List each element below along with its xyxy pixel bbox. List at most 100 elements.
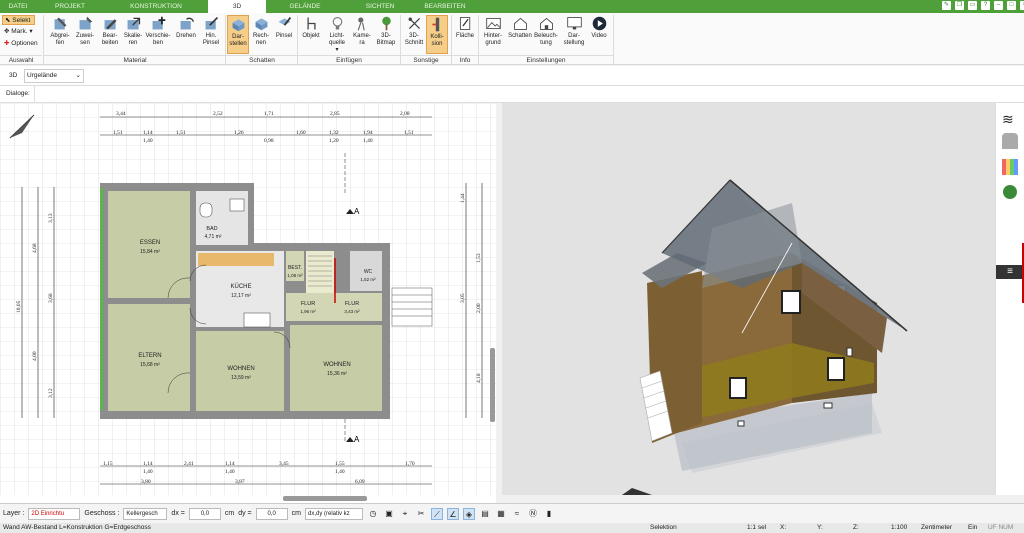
- plus-icon: ✚: [4, 40, 10, 47]
- schatten-settings-label: Schatten: [508, 33, 532, 39]
- room-wohnen-2[interactable]: [290, 325, 382, 411]
- mark-label: Mark.: [11, 28, 28, 35]
- cut-icon[interactable]: ✂: [415, 508, 427, 520]
- dialoge-label: Dialoge:: [6, 90, 30, 97]
- status-z: Z:: [853, 524, 859, 531]
- darstellen-button[interactable]: Dar-stellen: [227, 15, 249, 54]
- cursor-bar-icon[interactable]: ▮: [543, 508, 555, 520]
- 3d-house-model[interactable]: [502, 103, 995, 495]
- room-stair[interactable]: [306, 251, 334, 296]
- objekt-button[interactable]: Objekt: [300, 15, 322, 40]
- hin-pinsel-button[interactable]: Hin. Pinsel: [200, 15, 222, 47]
- tab-gelaende[interactable]: GELÄNDE: [266, 0, 344, 13]
- angle-icon[interactable]: ∠: [446, 507, 459, 520]
- room-area-wohnen-2: 15,36 m²: [327, 371, 347, 377]
- floor-plan-canvas[interactable]: 3,44 2,52 1,71 2,85 2,08 1,51 1,14 1,51 …: [0, 103, 496, 495]
- tab-konstruktion[interactable]: KONSTRUKTION: [104, 0, 208, 13]
- window-icon[interactable]: ▭: [968, 1, 977, 10]
- status-selection-count: 1:1 sel: [747, 524, 767, 531]
- drehen-button[interactable]: Drehen: [172, 15, 200, 40]
- hintergrund-button[interactable]: Hinter-grund: [481, 15, 505, 47]
- plan-horizontal-scroll-track[interactable]: [0, 495, 496, 503]
- dx-unit: cm: [224, 510, 235, 517]
- maximize-icon[interactable]: □: [1007, 1, 1016, 10]
- optionen-button[interactable]: ✚ Optionen: [2, 39, 38, 49]
- page-icon[interactable]: ▤: [479, 508, 491, 520]
- 3d-bitmap-button[interactable]: 3D-Bitmap: [374, 15, 398, 47]
- dim-bot2-1: 3,87: [235, 479, 245, 485]
- pinsel-button[interactable]: Pinsel: [273, 15, 295, 40]
- verschieben-label: Verschie-ben: [145, 33, 171, 46]
- tab-datei[interactable]: DATEI: [0, 0, 36, 13]
- video-button[interactable]: Video: [588, 15, 610, 40]
- geschoss-select[interactable]: Kellergesch: [123, 507, 168, 520]
- kamera-button[interactable]: Kame-ra: [351, 15, 373, 47]
- tab-bearbeiten[interactable]: BEARBEITEN: [416, 0, 474, 13]
- layer-label: Layer :: [3, 510, 25, 517]
- dim-right-2: 2,00: [476, 303, 482, 313]
- help-icon[interactable]: ?: [981, 1, 990, 10]
- zuweisen-button[interactable]: Zuwei-sen: [73, 15, 97, 47]
- dx-input[interactable]: 0,0: [188, 507, 221, 520]
- close-icon[interactable]: ×: [1020, 1, 1024, 10]
- scale-icon: [127, 17, 140, 30]
- flaeche-button[interactable]: Fläche: [454, 15, 476, 40]
- view-toolbar: 3D Urgelände ⌄: [0, 66, 1024, 86]
- tree-icon: [381, 16, 391, 31]
- line-icon[interactable]: ⟋: [430, 507, 443, 520]
- restore-icon[interactable]: ❐: [955, 1, 964, 10]
- group-material: Material: [44, 55, 226, 64]
- beleuchtung-button[interactable]: Beleuch-tung: [533, 15, 559, 47]
- 3d-schnitt-button[interactable]: 3D-Schnitt: [403, 15, 425, 47]
- group-sonstige: Sonstige: [401, 55, 451, 64]
- layers-icon[interactable]: ≋: [1002, 111, 1014, 128]
- plan-horizontal-scrollbar[interactable]: [283, 496, 367, 501]
- dim-top1-4: 2,08: [400, 111, 410, 117]
- plant-icon[interactable]: [1003, 185, 1017, 199]
- chair-icon: [306, 17, 316, 30]
- drehen-label: Drehen: [176, 33, 196, 39]
- clock-icon[interactable]: ◷: [367, 508, 379, 520]
- room-flur[interactable]: [286, 293, 382, 321]
- n-icon[interactable]: Ⓝ: [527, 508, 539, 520]
- selekt-button[interactable]: ⬉ Selekt: [2, 15, 35, 25]
- kollision-button[interactable]: Kolli-sion: [426, 15, 448, 54]
- dy-label: dy =: [238, 510, 252, 517]
- 3d-view[interactable]: [502, 103, 995, 495]
- hin-pinsel-label: Hin. Pinsel: [202, 33, 220, 46]
- pen-icon[interactable]: ✎: [942, 1, 951, 10]
- schatten-settings-button[interactable]: Schatten: [507, 15, 533, 40]
- tab-projekt[interactable]: PROJEKT: [36, 0, 104, 13]
- dim-bot1-sub-2: 1,40: [335, 469, 345, 475]
- rechnen-button[interactable]: Rech-nen: [250, 15, 272, 47]
- snap-icon[interactable]: ⌖: [399, 508, 411, 520]
- bearbeiten-button[interactable]: Bear-beiten: [98, 15, 122, 47]
- tab-3d[interactable]: 3D: [208, 0, 266, 14]
- darstellung-button[interactable]: Dar-stellung: [561, 15, 587, 47]
- palette-icon[interactable]: [1002, 159, 1018, 175]
- minimize-icon[interactable]: –: [994, 1, 1003, 10]
- layer-select[interactable]: 2D Einrichtu: [28, 507, 81, 520]
- cube-icon[interactable]: ◈: [462, 507, 475, 520]
- status-unit: Zentimeter: [921, 524, 953, 531]
- terrain-select[interactable]: Urgelände ⌄: [24, 69, 84, 83]
- mark-button[interactable]: ✥ Mark. ▾: [2, 27, 33, 37]
- tab-sichten[interactable]: SICHTEN: [344, 0, 416, 13]
- lichtquelle-button[interactable]: Licht-quelle ▾: [324, 15, 350, 54]
- section-cut-icon: [408, 17, 420, 30]
- plan-vertical-scrollbar[interactable]: [490, 348, 495, 422]
- arch-icon[interactable]: [1002, 133, 1018, 149]
- screen-icon[interactable]: ▣: [383, 508, 395, 520]
- eyedropper-icon: [54, 17, 66, 30]
- verschieben-button[interactable]: Verschie-ben: [144, 15, 172, 47]
- skalieren-button[interactable]: Skalie-ren: [122, 15, 144, 47]
- floor-plan-view[interactable]: 3,44 2,52 1,71 2,85 2,08 1,51 1,14 1,51 …: [0, 103, 496, 495]
- menu-icon[interactable]: ≡: [996, 265, 1024, 279]
- dxdy-mode-select[interactable]: dx,dy (relativ kz: [304, 507, 363, 520]
- grid-icon[interactable]: ▦: [495, 508, 507, 520]
- zuweisen-label: Zuwei-sen: [75, 33, 94, 46]
- abgreifen-button[interactable]: Abgrei-fen: [48, 15, 72, 47]
- room-name-eltern: ELTERN: [138, 353, 161, 359]
- wave-icon[interactable]: ≈: [511, 508, 523, 520]
- dy-input[interactable]: 0,0: [255, 507, 288, 520]
